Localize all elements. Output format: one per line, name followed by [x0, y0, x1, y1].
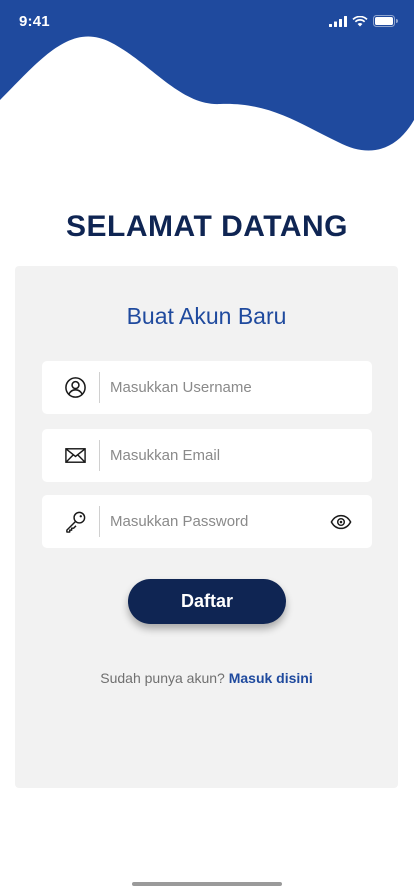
home-indicator — [132, 882, 282, 886]
register-card: Buat Akun Baru Masukkan Username Masukka… — [15, 266, 398, 788]
login-prompt-line: Sudah punya akun? Masuk disini — [15, 670, 398, 686]
field-divider — [99, 506, 100, 537]
password-input[interactable] — [110, 495, 320, 548]
page-title: SELAMAT DATANG — [66, 210, 348, 243]
login-prompt-text: Sudah punya akun? — [100, 670, 225, 686]
wifi-icon — [352, 15, 368, 26]
username-field — [42, 361, 372, 414]
envelope-icon — [65, 448, 86, 463]
status-time: 9:41 — [19, 13, 50, 30]
signal-icon — [329, 15, 347, 27]
field-divider — [99, 440, 100, 471]
field-divider — [99, 372, 100, 403]
card-title: Buat Akun Baru — [126, 303, 287, 329]
user-circle-icon — [65, 377, 86, 398]
password-field — [42, 495, 372, 548]
eye-icon[interactable] — [330, 511, 352, 533]
username-input[interactable] — [110, 361, 320, 414]
email-field — [42, 429, 372, 482]
status-bar: 9:41 — [0, 0, 414, 44]
status-icons — [329, 15, 398, 27]
battery-icon — [373, 15, 398, 27]
login-link[interactable]: Masuk disini — [229, 670, 313, 686]
key-icon — [66, 511, 86, 533]
register-button[interactable]: Daftar — [128, 579, 286, 624]
email-input[interactable] — [110, 429, 320, 482]
